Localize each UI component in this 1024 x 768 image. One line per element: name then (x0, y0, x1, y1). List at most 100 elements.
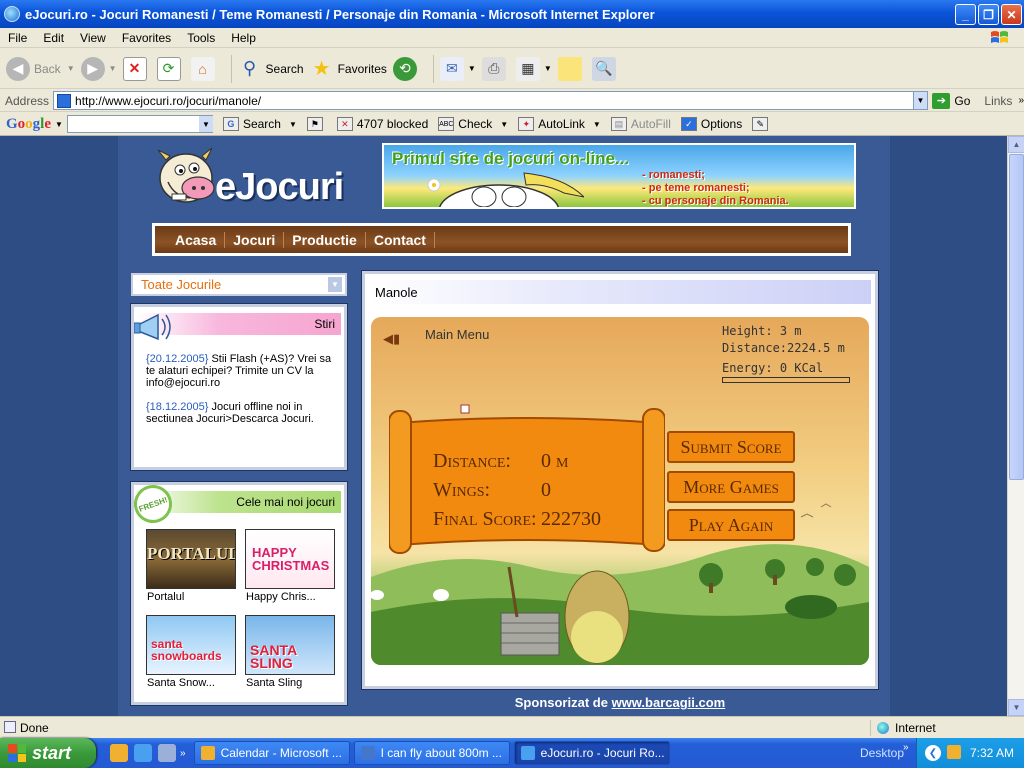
menu-tools[interactable]: Tools (179, 31, 223, 45)
google-dropdown-icon[interactable]: ▼ (55, 120, 63, 129)
spellcheck-button[interactable]: ABC Check ▼ (438, 117, 508, 131)
game-thumb-santa-snowboards[interactable]: santa snowboards (146, 615, 236, 675)
site-logo[interactable]: eJocuri (215, 166, 344, 209)
stop-button[interactable]: ✕ (122, 56, 151, 81)
chevron-right-icon[interactable]: » (180, 748, 186, 759)
pagerank-icon: ⚑ (306, 117, 323, 131)
mail-button[interactable]: ✉ ▼ (439, 56, 476, 81)
mail-dropdown-icon[interactable]: ▼ (468, 64, 476, 73)
speaker-icon[interactable]: ◀▮ (383, 331, 400, 347)
game-label[interactable]: Happy Chris... (246, 591, 338, 603)
desktop-quicklaunch-icon[interactable] (158, 744, 176, 762)
task-calendar[interactable]: Calendar - Microsoft ... (193, 741, 350, 765)
sponsor-link[interactable]: www.barcagii.com (612, 695, 726, 710)
home-button[interactable]: ⌂ (190, 56, 219, 81)
game-label[interactable]: Santa Sling (246, 677, 338, 689)
vertical-scrollbar[interactable]: ▲ ▼ (1007, 136, 1024, 716)
game-thumb-santa-sling[interactable]: SANTA SLING (245, 615, 335, 675)
close-button[interactable]: ✕ (1001, 4, 1022, 25)
menu-view[interactable]: View (72, 31, 114, 45)
autofill-button[interactable]: ▤ AutoFill (610, 117, 671, 131)
research-button[interactable]: 🔍 (591, 56, 620, 81)
back-dropdown-icon[interactable]: ▼ (67, 64, 75, 73)
game-label[interactable]: Portalul (147, 591, 239, 603)
scroll-up-icon[interactable]: ▲ (1008, 136, 1024, 153)
submit-score-button[interactable]: Submit Score (667, 431, 795, 463)
calendar-quicklaunch-icon[interactable] (110, 744, 128, 762)
toolbar-separator (230, 54, 232, 83)
banner-line: - pe teme romanesti; (642, 182, 750, 194)
links-label[interactable]: Links (984, 94, 1012, 108)
nav-productie[interactable]: Productie (284, 231, 366, 248)
games-category-select[interactable]: Toate Jocurile ▼ (131, 273, 347, 296)
history-button[interactable]: ⟲ (392, 56, 421, 81)
nav-acasa[interactable]: Acasa (167, 231, 226, 248)
minimize-button[interactable]: _ (955, 4, 976, 25)
address-dropdown-icon[interactable]: ▼ (912, 91, 929, 110)
ie-quicklaunch-icon[interactable] (134, 744, 152, 762)
edit-dropdown-icon[interactable]: ▼ (544, 64, 552, 73)
discuss-button[interactable] (557, 56, 586, 81)
tray-collapse-icon[interactable]: ❮ (925, 745, 941, 761)
game-thumb-portalul[interactable]: PORTALUL (146, 529, 236, 589)
forward-dropdown-icon[interactable]: ▼ (109, 64, 117, 73)
refresh-button[interactable]: ⟳ (156, 56, 185, 81)
chevron-down-icon[interactable]: ▼ (289, 120, 297, 129)
forward-button[interactable]: ▶ ▼ (80, 56, 117, 81)
clock[interactable]: 7:32 AM (970, 746, 1014, 760)
chevron-right-icon[interactable]: » (1018, 95, 1024, 106)
play-again-button[interactable]: Play Again (667, 509, 795, 541)
options-button[interactable]: ✓ Options (680, 117, 742, 131)
start-button[interactable]: start (0, 738, 96, 768)
menu-help[interactable]: Help (223, 31, 264, 45)
home-icon: ⌂ (190, 56, 215, 81)
highlight-button[interactable]: ✎ (752, 117, 772, 131)
chevron-right-icon[interactable]: » (903, 742, 909, 753)
edit-button[interactable]: ▦ ▼ (515, 56, 552, 81)
chevron-down-icon[interactable]: ▼ (593, 120, 601, 129)
google-search-input[interactable] (66, 115, 213, 133)
go-button[interactable]: ➔ Go (932, 92, 970, 109)
desktop-toolbar-label[interactable]: Desktop (860, 746, 904, 760)
main-menu-button[interactable]: Main Menu (425, 327, 489, 342)
google-search-dropdown-icon[interactable]: ▼ (198, 116, 213, 132)
promo-banner[interactable]: Primul site de jocuri on-line... - roman… (382, 143, 856, 209)
menu-favorites[interactable]: Favorites (114, 31, 179, 45)
favorites-button[interactable]: ★ Favorites (310, 57, 387, 81)
game-canvas[interactable]: ◀▮ Main Menu Height: 3 m Distance:2224.5… (371, 317, 869, 665)
autolink-label: AutoLink (538, 117, 585, 131)
google-search-button[interactable]: G Search ▼ (222, 117, 297, 131)
popup-blocker-button[interactable]: ✕ 4707 blocked (336, 117, 428, 131)
task-document[interactable]: I can fly about 800m ... (353, 741, 510, 765)
game-thumb-happy-christmas[interactable]: HAPPY CHRISTMAS (245, 529, 335, 589)
pagerank-button[interactable]: ⚑ (306, 117, 327, 131)
more-games-button[interactable]: More Games (667, 471, 795, 503)
back-arrow-icon: ◀ (6, 56, 30, 81)
scroll-down-icon[interactable]: ▼ (1008, 699, 1024, 716)
calendar-tray-icon[interactable] (947, 745, 961, 759)
restore-button[interactable]: ❐ (978, 4, 999, 25)
stop-icon: ✕ (122, 56, 147, 81)
windows-flag-icon (8, 744, 26, 762)
menu-file[interactable]: File (0, 31, 35, 45)
task-ejocuri[interactable]: eJocuri.ro - Jocuri Ro... (513, 741, 670, 765)
google-logo[interactable]: Google (6, 116, 51, 133)
print-button[interactable]: ⎙ (481, 56, 510, 81)
address-input[interactable]: http://www.ejocuri.ro/jocuri/manole/ (53, 91, 914, 110)
back-button[interactable]: ◀ Back ▼ (6, 56, 75, 81)
chevron-down-icon[interactable]: ▼ (328, 277, 342, 292)
nav-contact[interactable]: Contact (366, 231, 435, 248)
task-label: Calendar - Microsoft ... (220, 746, 342, 760)
autolink-button[interactable]: ✦ AutoLink ▼ (518, 117, 601, 131)
autofill-label: AutoFill (630, 117, 671, 131)
scrollbar-thumb[interactable] (1009, 154, 1024, 480)
window-title-bar[interactable]: eJocuri.ro - Jocuri Romanesti / Teme Rom… (0, 0, 1024, 28)
nav-jocuri[interactable]: Jocuri (225, 231, 285, 248)
submit-score-label: Submit Score (680, 436, 782, 457)
game-label[interactable]: Santa Snow... (147, 677, 239, 689)
chevron-down-icon[interactable]: ▼ (500, 120, 508, 129)
menu-edit[interactable]: Edit (35, 31, 72, 45)
search-button[interactable]: ⚲ Search (238, 57, 304, 81)
document-icon (360, 746, 375, 760)
energy-label: Energy: (722, 361, 773, 375)
